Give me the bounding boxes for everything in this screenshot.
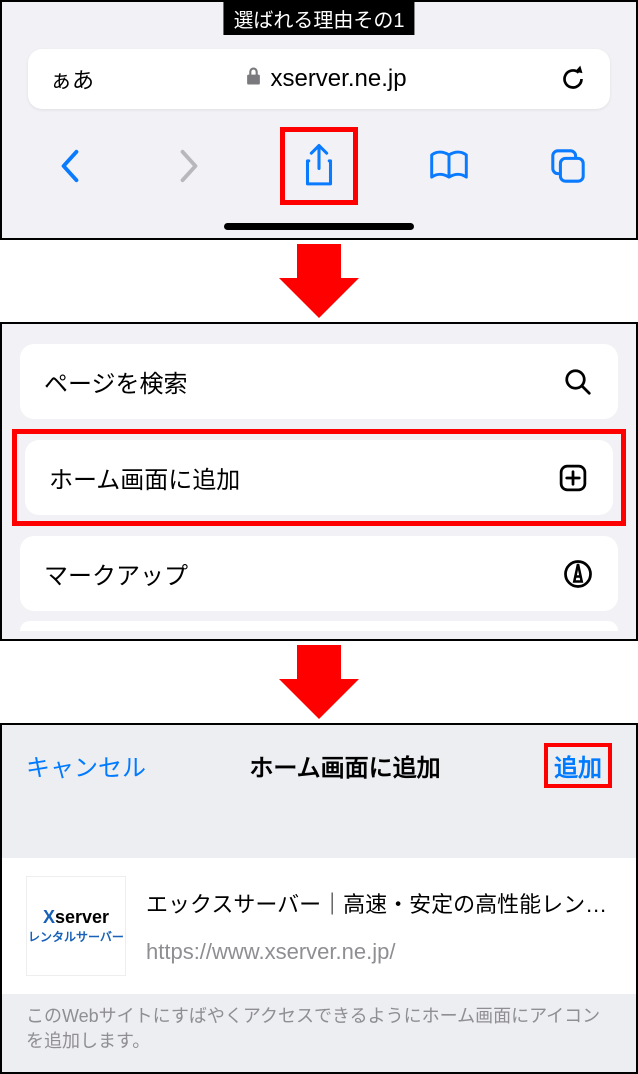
- option-group-2: ホーム画面に追加: [25, 440, 613, 515]
- address-bar[interactable]: ぁあ xserver.ne.jp: [28, 49, 610, 109]
- caption-badge: 選ばれる理由その1: [223, 2, 414, 35]
- option-group-3: マークアップ: [20, 536, 618, 611]
- modal-title: ホーム画面に追加: [249, 748, 440, 783]
- site-url: https://www.xserver.ne.jp/: [146, 939, 612, 965]
- add-to-home-item[interactable]: ホーム画面に追加: [25, 440, 613, 515]
- safari-toolbar-panel: 選ばれる理由その1 ぁあ xserver.ne.jp: [0, 0, 638, 240]
- reader-aa-button[interactable]: ぁあ: [50, 63, 94, 95]
- bottom-toolbar: [2, 115, 636, 223]
- address-center: xserver.ne.jp: [245, 65, 406, 93]
- option-label: ホーム画面に追加: [49, 460, 240, 495]
- addressbar-container: ぁあ xserver.ne.jp: [2, 35, 636, 115]
- favicon-line2: レンタルサーバー: [28, 928, 124, 945]
- option-label: ページを検索: [44, 364, 188, 399]
- site-info: エックスサーバー｜高速・安定の高性能レンタ… https://www.xserv…: [146, 887, 612, 965]
- forward-button[interactable]: [161, 138, 217, 194]
- share-sheet-panel: ページを検索 ホーム画面に追加 マークアップ: [0, 322, 638, 641]
- favicon-line1: Xserver: [43, 907, 109, 928]
- add-button[interactable]: 追加: [544, 743, 612, 788]
- bookmarks-button[interactable]: [421, 138, 477, 194]
- tabs-button[interactable]: [540, 138, 596, 194]
- plus-box-icon: [557, 462, 589, 494]
- back-button[interactable]: [42, 138, 98, 194]
- cancel-button[interactable]: キャンセル: [26, 748, 146, 783]
- modal-main: Xserver レンタルサーバー エックスサーバー｜高速・安定の高性能レンタ… …: [2, 858, 636, 994]
- site-title-input[interactable]: エックスサーバー｜高速・安定の高性能レンタ…: [146, 887, 612, 919]
- lock-icon: [245, 65, 262, 93]
- modal-description: このWebサイトにすばやくアクセスできるようにホーム画面にアイコンを追加します。: [2, 994, 636, 1072]
- search-icon: [562, 366, 594, 398]
- markup-item[interactable]: マークアップ: [20, 536, 618, 611]
- option-peek: [20, 621, 618, 631]
- reload-icon[interactable]: [558, 62, 588, 96]
- find-on-page-item[interactable]: ページを検索: [20, 344, 618, 419]
- share-button[interactable]: [280, 127, 358, 205]
- arrow-down-icon: [279, 240, 359, 322]
- add-to-home-panel: キャンセル ホーム画面に追加 追加 Xserver レンタルサーバー エックスサ…: [0, 723, 638, 1074]
- modal-header: キャンセル ホーム画面に追加 追加: [2, 725, 636, 858]
- option-group-1: ページを検索: [20, 344, 618, 419]
- option-label: マークアップ: [44, 556, 188, 591]
- highlight-add-home: ホーム画面に追加: [12, 429, 626, 526]
- arrow-down-icon: [279, 641, 359, 723]
- address-domain: xserver.ne.jp: [270, 65, 406, 93]
- site-favicon: Xserver レンタルサーバー: [26, 876, 126, 976]
- markup-icon: [562, 558, 594, 590]
- home-indicator: [224, 223, 414, 230]
